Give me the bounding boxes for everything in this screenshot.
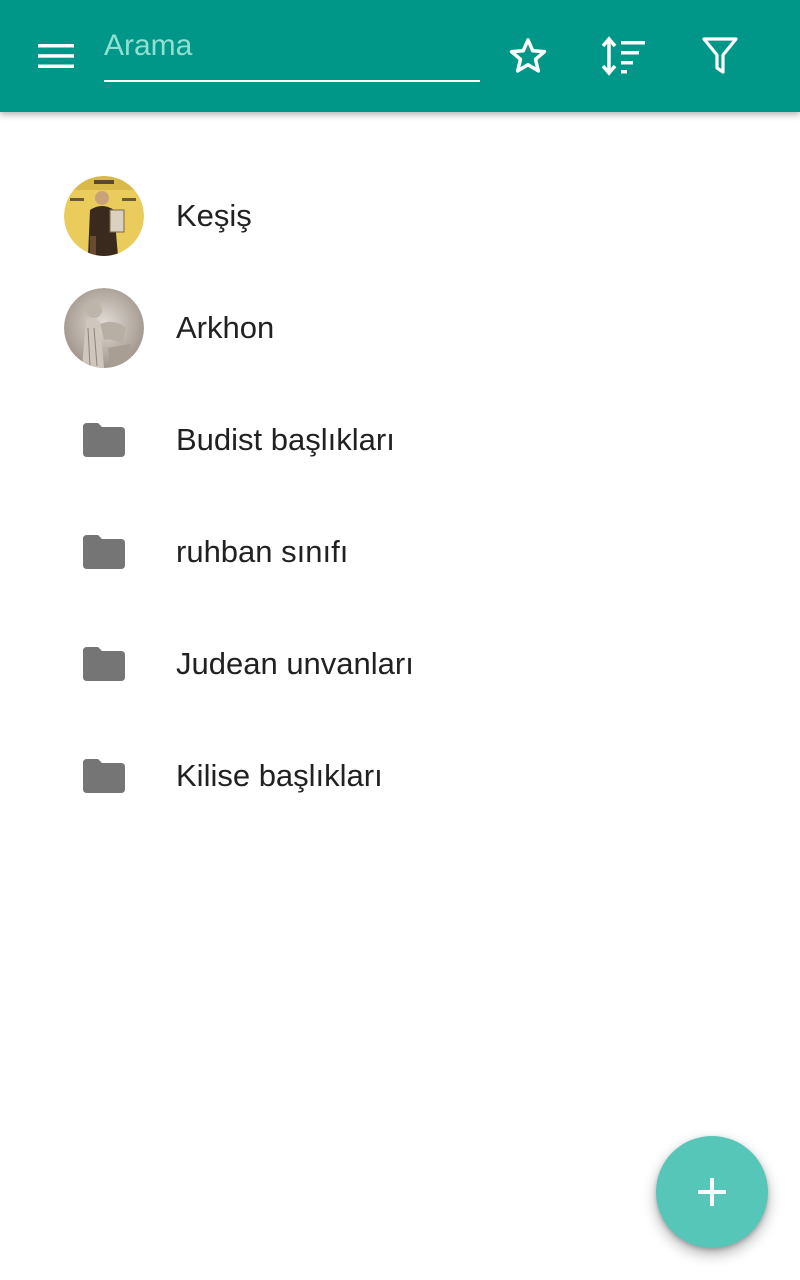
folder-icon (83, 423, 125, 457)
list-item-label: Judean unvanları (176, 646, 414, 681)
avatar (64, 176, 144, 256)
monk-avatar (64, 176, 144, 256)
plus-icon (698, 1178, 726, 1206)
list-item-label: Arkhon (176, 310, 275, 345)
list-item-label: Keşiş (176, 198, 252, 233)
list-item[interactable]: Budist başlıkları (0, 384, 800, 496)
filter-icon (702, 37, 738, 74)
list-item-label: ruhban sınıfı (176, 534, 349, 569)
title-list: Keşiş Arkhon Budist başlıkları ruhban sı… (0, 160, 800, 832)
folder-icon (83, 535, 125, 569)
search-input[interactable] (104, 22, 480, 82)
list-item[interactable]: Keşiş (0, 160, 800, 272)
avatar (64, 288, 144, 368)
list-item[interactable]: ruhban sınıfı (0, 496, 800, 608)
list-item-label: Budist başlıkları (176, 422, 395, 457)
search-field (104, 22, 480, 82)
folder-icon (83, 647, 125, 681)
list-item-label: Kilise başlıkları (176, 758, 383, 793)
star-outline-icon (509, 38, 547, 73)
list-item[interactable]: Judean unvanları (0, 608, 800, 720)
list-item[interactable]: Kilise başlıkları (0, 720, 800, 832)
menu-button[interactable] (24, 28, 88, 84)
list-item[interactable]: Arkhon (0, 272, 800, 384)
archon-avatar (64, 288, 144, 368)
sort-icon (601, 36, 645, 76)
menu-icon (38, 44, 74, 68)
app-toolbar (0, 0, 800, 112)
filter-button[interactable] (688, 28, 752, 84)
sort-button[interactable] (592, 28, 656, 84)
favorites-button[interactable] (496, 28, 560, 84)
add-button[interactable] (656, 1136, 768, 1248)
folder-icon (83, 759, 125, 793)
